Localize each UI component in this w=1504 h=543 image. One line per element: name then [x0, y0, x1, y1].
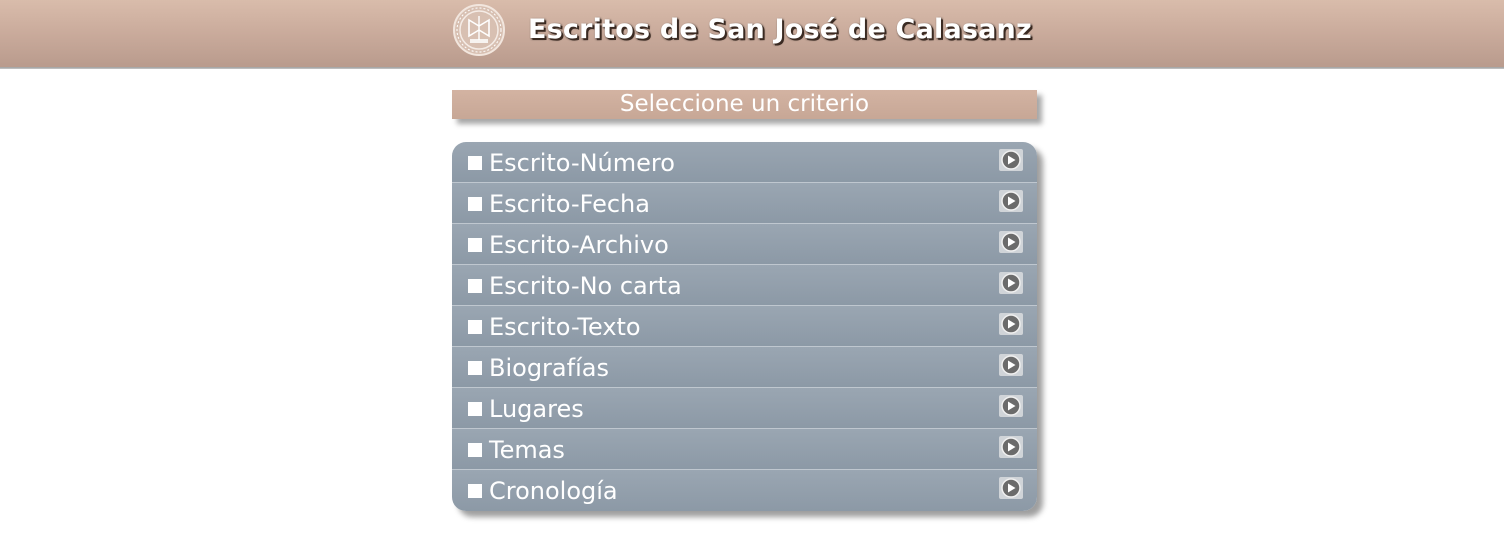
- play-arrow-icon[interactable]: [999, 354, 1023, 376]
- criterio-heading: Seleccione un criterio: [452, 90, 1037, 119]
- play-arrow-icon[interactable]: [999, 231, 1023, 253]
- square-bullet-icon: [468, 443, 482, 457]
- play-arrow-icon[interactable]: [999, 436, 1023, 458]
- menu-item-biografias[interactable]: Biografías: [452, 347, 1037, 388]
- play-arrow-icon[interactable]: [999, 272, 1023, 294]
- calasanz-seal-icon: [453, 4, 505, 56]
- menu-item-escrito-archivo[interactable]: Escrito-Archivo: [452, 224, 1037, 265]
- play-arrow-icon[interactable]: [999, 313, 1023, 335]
- play-arrow-icon[interactable]: [999, 395, 1023, 417]
- menu-item-lugares[interactable]: Lugares: [452, 388, 1037, 429]
- menu-item-escrito-texto[interactable]: Escrito-Texto: [452, 306, 1037, 347]
- square-bullet-icon: [468, 402, 482, 416]
- square-bullet-icon: [468, 197, 482, 211]
- menu-item-label: Temas: [489, 436, 565, 464]
- play-arrow-icon[interactable]: [999, 149, 1023, 171]
- app-header: Escritos de San José de Calasanz: [0, 0, 1504, 68]
- menu-item-escrito-no-carta[interactable]: Escrito-No carta: [452, 265, 1037, 306]
- menu-item-cronologia[interactable]: Cronología: [452, 470, 1037, 511]
- menu-item-label: Cronología: [489, 477, 618, 505]
- square-bullet-icon: [468, 156, 482, 170]
- menu-item-label: Lugares: [489, 395, 584, 423]
- menu-item-label: Escrito-No carta: [489, 272, 682, 300]
- menu-item-temas[interactable]: Temas: [452, 429, 1037, 470]
- menu-item-label: Escrito-Fecha: [489, 190, 650, 218]
- menu-item-label: Escrito-Archivo: [489, 231, 669, 259]
- square-bullet-icon: [468, 320, 482, 334]
- play-arrow-icon[interactable]: [999, 190, 1023, 212]
- menu-item-escrito-numero[interactable]: Escrito-Número: [452, 142, 1037, 183]
- square-bullet-icon: [468, 484, 482, 498]
- square-bullet-icon: [468, 238, 482, 252]
- menu-item-escrito-fecha[interactable]: Escrito-Fecha: [452, 183, 1037, 224]
- menu-item-label: Biografías: [489, 354, 609, 382]
- square-bullet-icon: [468, 279, 482, 293]
- app-title: Escritos de San José de Calasanz: [528, 14, 1032, 45]
- play-arrow-icon[interactable]: [999, 477, 1023, 499]
- menu-item-label: Escrito-Texto: [489, 313, 641, 341]
- square-bullet-icon: [468, 361, 482, 375]
- menu-item-label: Escrito-Número: [489, 149, 675, 177]
- criterio-menu: Escrito-Número Escrito-Fecha Escrito-Arc…: [452, 142, 1037, 511]
